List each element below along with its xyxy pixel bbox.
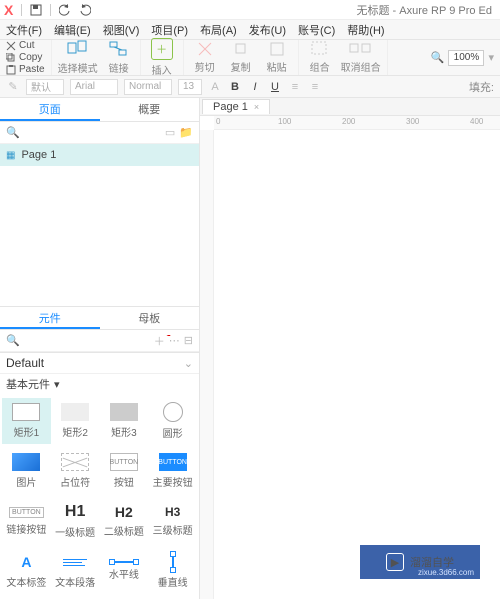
redo-icon[interactable] — [77, 2, 93, 18]
format-bar: ✎ 默认 Arial Normal 13 A B I U ≡ ≡ 填充: — [0, 76, 500, 98]
cut-button[interactable]: Cut — [6, 40, 45, 52]
menu-project[interactable]: 项目(P) — [145, 22, 194, 38]
add-folder-icon[interactable]: 📁 — [179, 126, 193, 139]
menu-help[interactable]: 帮助(H) — [341, 22, 390, 38]
zoom-input[interactable] — [448, 50, 484, 66]
widget-hline[interactable]: 水平线 — [100, 548, 149, 594]
titlebar: X 无标题 - Axure RP 9 Pro Ed — [0, 0, 500, 20]
chevron-down-icon: ⌄ — [184, 357, 193, 370]
search-icon[interactable]: 🔍 — [431, 51, 445, 64]
page-row-page1[interactable]: ▦ Page 1 — [0, 144, 199, 166]
menubar: 文件(F) 编辑(E) 视图(V) 项目(P) 布局(A) 发布(U) 账号(C… — [0, 20, 500, 40]
page-icon: ▦ — [6, 150, 15, 161]
widgets-search-row: 🔍 ＋ ⋯ ⊟ — [0, 330, 199, 352]
chevron-down-icon: ▾ — [54, 378, 60, 391]
group-group: 组合 取消组合 — [299, 40, 388, 75]
window-title: 无标题 - Axure RP 9 Pro Ed — [95, 2, 496, 18]
eyedropper-icon[interactable]: ✎ — [6, 80, 20, 93]
zoom-chevron-icon[interactable]: ▾ — [488, 51, 494, 64]
widget-text-label[interactable]: A文本标签 — [2, 548, 51, 594]
zoom-control: 🔍 ▾ — [425, 40, 500, 75]
widget-vline[interactable]: 垂直线 — [148, 548, 197, 594]
widget-placeholder[interactable]: 占位符 — [51, 448, 100, 494]
library-select[interactable]: Default⌄ — [0, 352, 199, 374]
select-mode-button[interactable]: 选择模式 — [58, 40, 98, 75]
widget-link-button[interactable]: BUTTON链接按钮 — [2, 498, 51, 544]
watermark: ▶ 溜溜自学 zixue.3d66.com — [360, 545, 480, 579]
app-logo: X — [4, 2, 13, 18]
tab-masters[interactable]: 母板 — [100, 307, 200, 329]
page-label: Page 1 — [21, 149, 56, 161]
menu-file[interactable]: 文件(F) — [0, 22, 48, 38]
canvas-tab-page1[interactable]: Page 1 × — [202, 99, 270, 114]
undo-icon[interactable] — [57, 2, 73, 18]
widget-text-paragraph[interactable]: 文本段落 — [51, 548, 100, 594]
rb-cut[interactable]: 剪切 — [190, 41, 220, 74]
rb-copy[interactable]: 复制 — [226, 41, 256, 74]
close-icon[interactable]: × — [254, 102, 259, 112]
italic-icon[interactable]: I — [248, 81, 262, 93]
play-icon: ▶ — [386, 553, 404, 571]
tab-outline[interactable]: 概要 — [100, 98, 200, 121]
tab-widgets[interactable]: 元件 — [0, 307, 100, 329]
ungroup-button[interactable]: 取消组合 — [341, 41, 381, 74]
widget-image[interactable]: 图片 — [2, 448, 51, 494]
menu-publish[interactable]: 发布(U) — [243, 22, 292, 38]
style-default[interactable]: 默认 — [26, 79, 64, 95]
pages-panel-tabs: 页面 概要 — [0, 98, 199, 122]
color-icon[interactable]: A — [208, 81, 222, 93]
link-mode-button[interactable]: 链接 — [104, 40, 134, 75]
insert-button[interactable]: ＋ 插入 — [147, 38, 177, 77]
insert-group: ＋ 插入 — [141, 40, 184, 75]
left-sidebar: 页面 概要 🔍 ▭ 📁 ▦ Page 1 元件 母板 🔍 ＋ ⋯ ⊟ Defau… — [0, 98, 200, 599]
bold-icon[interactable]: B — [228, 81, 242, 93]
menu-account[interactable]: 账号(C) — [292, 22, 341, 38]
lib-menu-icon[interactable]: ⋯ — [169, 334, 180, 347]
mode-group: 选择模式 链接 — [52, 40, 141, 75]
paste-button[interactable]: Paste — [6, 64, 45, 76]
menu-view[interactable]: 视图(V) — [97, 22, 146, 38]
ribbon: Cut Copy Paste 选择模式 链接 ＋ 插入 剪切 复制 粘贴 组合 … — [0, 40, 500, 76]
fill-label[interactable]: 填充: — [469, 79, 494, 95]
library-section[interactable]: 基本元件▾ — [0, 374, 199, 394]
save-icon[interactable] — [28, 2, 44, 18]
widget-rect2[interactable]: 矩形2 — [51, 398, 100, 444]
add-lib-icon[interactable]: ＋ — [154, 333, 165, 349]
font-select[interactable]: Arial — [70, 79, 118, 95]
widget-rect1[interactable]: 矩形1 — [2, 398, 51, 444]
canvas-tabs: Page 1 × — [200, 98, 500, 116]
bullets-icon[interactable]: ≡ — [288, 81, 302, 93]
canvas[interactable]: Page 1 × 0 100 200 300 400 — [200, 98, 500, 599]
widget-button[interactable]: BUTTON按钮 — [100, 448, 149, 494]
widget-h1[interactable]: H1一级标题 — [51, 498, 100, 544]
ruler-horizontal: 0 100 200 300 400 — [214, 116, 500, 130]
main-area: 页面 概要 🔍 ▭ 📁 ▦ Page 1 元件 母板 🔍 ＋ ⋯ ⊟ Defau… — [0, 98, 500, 599]
pages-search-icon[interactable]: 🔍 — [6, 126, 20, 139]
lib-options-icon[interactable]: ⊟ — [184, 334, 193, 347]
clipboard-group: Cut Copy Paste — [0, 40, 52, 75]
widgets-search-icon[interactable]: 🔍 — [6, 334, 20, 347]
menu-edit[interactable]: 编辑(E) — [48, 22, 97, 38]
underline-icon[interactable]: U — [268, 81, 282, 93]
pages-search-row: 🔍 ▭ 📁 — [0, 122, 199, 144]
fontsize-input[interactable]: 13 — [178, 79, 202, 95]
elements-panel-tabs: 元件 母板 — [0, 306, 199, 330]
add-page-icon[interactable]: ▭ — [165, 126, 175, 139]
tab-pages[interactable]: 页面 — [0, 98, 100, 121]
widget-circle[interactable]: 圆形 — [148, 398, 197, 444]
edit-group: 剪切 复制 粘贴 — [184, 40, 299, 75]
ruler-vertical — [200, 130, 214, 599]
copy-button[interactable]: Copy — [6, 52, 45, 64]
align-icon[interactable]: ≡ — [308, 81, 322, 93]
fontstyle-select[interactable]: Normal — [124, 79, 172, 95]
widget-rect3[interactable]: 矩形3 — [100, 398, 149, 444]
menu-arrange[interactable]: 布局(A) — [194, 22, 243, 38]
widget-h2[interactable]: H2二级标题 — [100, 498, 149, 544]
widget-grid: 矩形1 矩形2 矩形3 圆形 图片 占位符 BUTTON按钮 BUTTON主要按… — [0, 394, 199, 599]
widget-h3[interactable]: H3三级标题 — [148, 498, 197, 544]
widget-primary-button[interactable]: BUTTON主要按钮 — [148, 448, 197, 494]
rb-paste[interactable]: 粘贴 — [262, 41, 292, 74]
group-button[interactable]: 组合 — [305, 41, 335, 74]
